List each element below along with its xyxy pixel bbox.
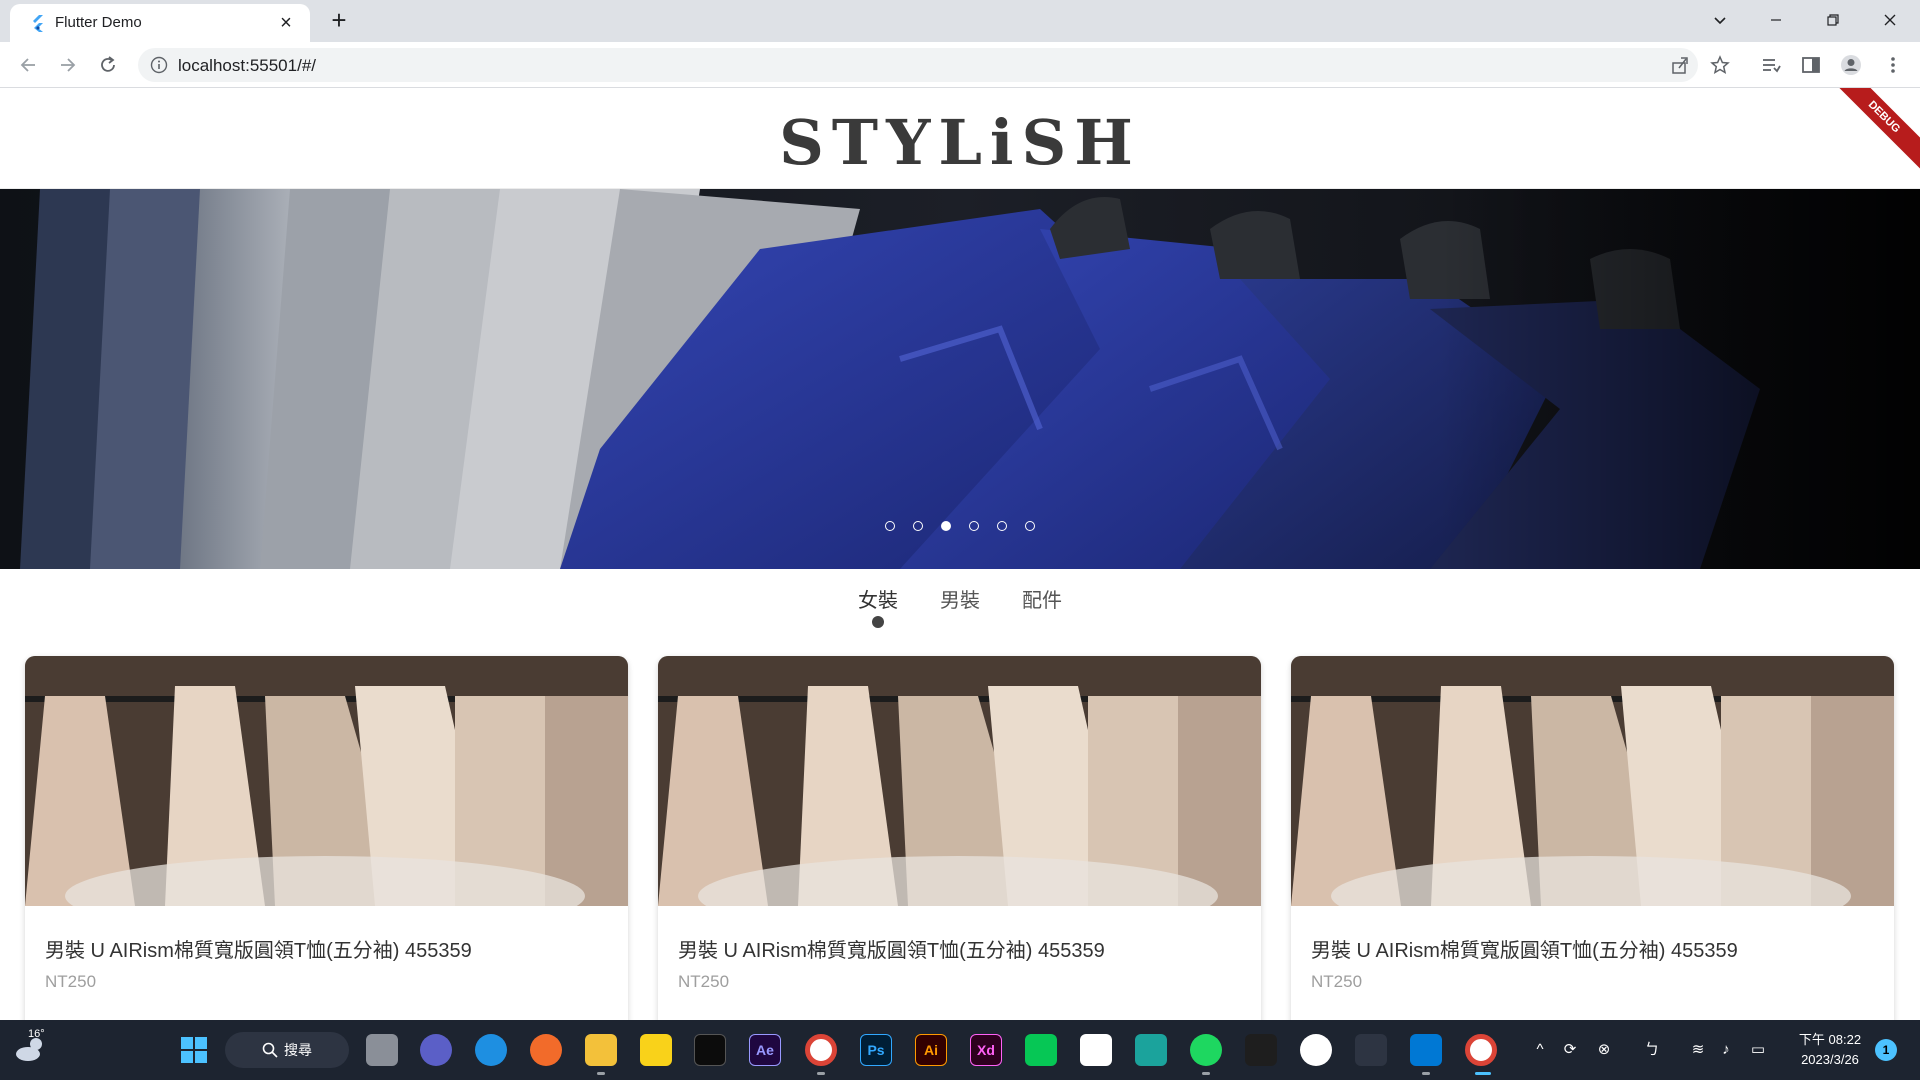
product-image — [1291, 656, 1894, 906]
product-card[interactable]: 男裝 U AIRism棉質寬版圓領T恤(五分袖) 455359 NT250 — [658, 656, 1261, 1020]
tab-title: Flutter Demo — [55, 14, 142, 31]
clock-date: 2023/3/26 — [1801, 1052, 1859, 1067]
restore-button[interactable] — [1813, 6, 1853, 34]
wifi-icon[interactable]: ≋ — [1688, 1040, 1708, 1060]
stylish-logo: STYLiSH — [779, 106, 1141, 179]
carousel-dot-active[interactable] — [941, 521, 951, 531]
product-image — [25, 656, 628, 906]
category-tabs: 女裝 男裝 配件 — [0, 584, 1920, 628]
sync-icon[interactable]: ⟳ — [1560, 1040, 1580, 1060]
weather-temperature: 16° — [28, 1028, 45, 1040]
product-price: NT250 — [1311, 972, 1363, 991]
carousel-indicators — [0, 521, 1920, 531]
carousel-dot[interactable] — [885, 521, 895, 531]
teams-chat-icon[interactable] — [420, 1034, 452, 1066]
active-tab-indicator — [872, 616, 884, 628]
new-tab-button[interactable]: + — [325, 7, 353, 35]
volume-icon[interactable]: ♪ — [1716, 1040, 1736, 1060]
chrome-icon[interactable] — [805, 1034, 837, 1066]
terminal-icon[interactable] — [694, 1034, 726, 1066]
profile-avatar-icon[interactable] — [1840, 54, 1862, 76]
banner-image — [0, 189, 1920, 569]
search-label: 搜尋 — [284, 1042, 312, 1058]
side-panel-icon[interactable] — [1800, 54, 1822, 76]
carousel-dot[interactable] — [1025, 521, 1035, 531]
product-title: 男裝 U AIRism棉質寬版圓領T恤(五分袖) 455359 — [678, 940, 1105, 962]
xd-icon[interactable]: Xd — [970, 1034, 1002, 1066]
battery-icon[interactable]: ▭ — [1748, 1040, 1768, 1060]
tray-close-icon[interactable]: ⊗ — [1594, 1040, 1614, 1060]
word-app-icon[interactable] — [1300, 1034, 1332, 1066]
browser-toolbar: localhost:55501/#/ — [0, 42, 1920, 88]
windows-taskbar: 16° 搜尋 Ae Ps Ai Xd ^ ⟳ ⊗ ㄅ ≋ ♪ ▭ 下午 08:2… — [0, 1020, 1920, 1080]
tab-men[interactable]: 男裝 — [939, 584, 981, 624]
product-title: 男裝 U AIRism棉質寬版圓領T恤(五分袖) 455359 — [45, 940, 472, 962]
ae-icon[interactable]: Ae — [749, 1034, 781, 1066]
clock-time: 下午 08:22 — [1798, 1032, 1862, 1047]
line-icon[interactable] — [1025, 1034, 1057, 1066]
start-windows-icon[interactable] — [178, 1034, 210, 1066]
maps-app-icon[interactable] — [1135, 1034, 1167, 1066]
bookmark-star-icon[interactable] — [1710, 55, 1730, 75]
share-icon[interactable] — [1670, 55, 1690, 75]
slack-icon[interactable] — [1080, 1034, 1112, 1066]
tab-close-icon[interactable]: × — [274, 11, 298, 35]
product-card[interactable]: 男裝 U AIRism棉質寬版圓領T恤(五分袖) 455359 NT250 — [1291, 656, 1894, 1020]
minimize-button[interactable] — [1756, 6, 1796, 34]
ai-icon[interactable]: Ai — [915, 1034, 947, 1066]
flutter-icon — [33, 15, 43, 32]
close-window-button[interactable] — [1870, 6, 1910, 34]
product-price: NT250 — [678, 972, 730, 991]
browser-tab-strip: Flutter Demo × + — [0, 0, 1920, 42]
compass-app-icon[interactable] — [530, 1034, 562, 1066]
figma-icon[interactable] — [1245, 1034, 1277, 1066]
product-card[interactable]: 男裝 U AIRism棉質寬版圓領T恤(五分袖) 455359 NT250 — [25, 656, 628, 1020]
product-grid: 男裝 U AIRism棉質寬版圓領T恤(五分袖) 455359 NT250 男裝… — [25, 656, 1895, 1020]
app-header: STYLiSH DEBUG — [0, 88, 1920, 189]
reload-icon[interactable] — [94, 51, 122, 79]
task-view-icon[interactable] — [366, 1034, 398, 1066]
flutter-app: STYLiSH DEBUG 女裝 男裝 配件 男裝 U AIRism棉質寬版圓領… — [0, 88, 1920, 1020]
unity-icon[interactable] — [1355, 1034, 1387, 1066]
reading-list-icon[interactable] — [1760, 54, 1782, 76]
carousel-dot[interactable] — [969, 521, 979, 531]
vscode-icon[interactable] — [1410, 1034, 1442, 1066]
search-icon — [262, 1042, 278, 1058]
tab-label: 配件 — [1022, 590, 1062, 612]
product-title: 男裝 U AIRism棉質寬版圓領T恤(五分袖) 455359 — [1311, 940, 1738, 962]
tab-label: 女裝 — [858, 590, 898, 612]
hero-banner-carousel[interactable] — [0, 189, 1920, 569]
carousel-dot[interactable] — [913, 521, 923, 531]
kebab-menu-icon[interactable] — [1882, 54, 1904, 76]
ps-icon[interactable]: Ps — [860, 1034, 892, 1066]
system-clock[interactable]: 下午 08:22 2023/3/26 — [1790, 1030, 1870, 1070]
file-explorer-icon[interactable] — [585, 1034, 617, 1066]
running-indicator — [817, 1072, 825, 1075]
tab-label: 男裝 — [940, 590, 980, 612]
taskbar-search-button[interactable]: 搜尋 — [225, 1032, 349, 1068]
address-bar[interactable]: localhost:55501/#/ — [138, 48, 1730, 82]
product-image — [658, 656, 1261, 906]
notification-badge[interactable]: 1 — [1875, 1039, 1897, 1061]
back-icon[interactable] — [14, 51, 42, 79]
running-indicator — [597, 1072, 605, 1075]
tab-search-icon[interactable] — [1700, 6, 1740, 34]
tab-accessories[interactable]: 配件 — [1021, 584, 1063, 624]
edge-browser-icon[interactable] — [475, 1034, 507, 1066]
carousel-dot[interactable] — [997, 521, 1007, 531]
url-text: localhost:55501/#/ — [178, 56, 316, 75]
product-price: NT250 — [45, 972, 97, 991]
chrome-active-icon[interactable] — [1465, 1034, 1497, 1066]
active-app-indicator — [1475, 1072, 1491, 1075]
tab-women[interactable]: 女裝 — [857, 584, 899, 628]
browser-tab[interactable]: Flutter Demo × — [10, 4, 310, 42]
site-info-icon[interactable] — [150, 56, 168, 74]
sticky-notes-icon[interactable] — [640, 1034, 672, 1066]
spotify-icon[interactable] — [1190, 1034, 1222, 1066]
running-indicator — [1202, 1072, 1210, 1075]
running-indicator — [1422, 1072, 1430, 1075]
tray-overflow-chevron-icon[interactable]: ^ — [1530, 1040, 1550, 1060]
ime-icon[interactable]: ㄅ — [1642, 1040, 1662, 1060]
forward-icon[interactable] — [54, 51, 82, 79]
